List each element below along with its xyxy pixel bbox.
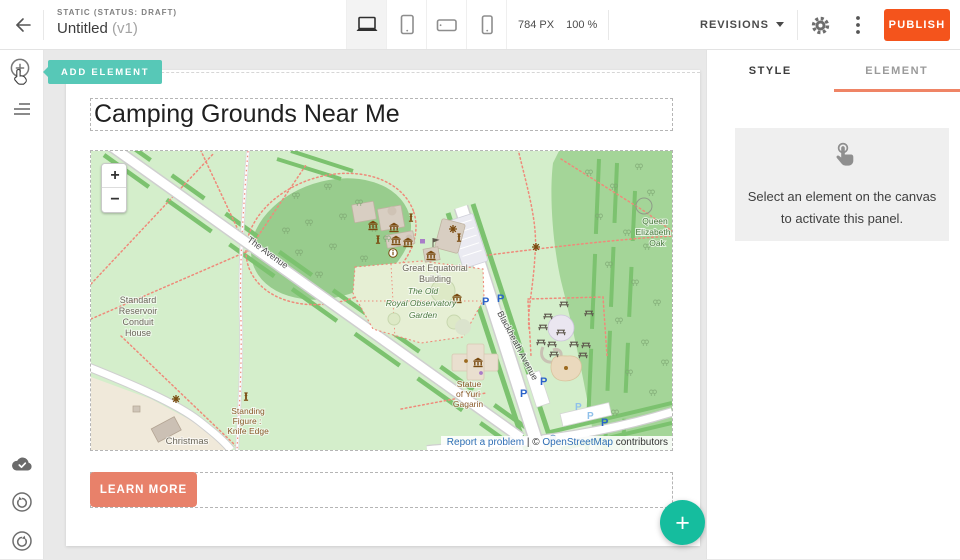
add-element-button[interactable] xyxy=(0,53,44,91)
revisions-label: REVISIONS xyxy=(700,19,769,31)
svg-text:Garden: Garden xyxy=(409,310,438,320)
map-attribution: Report a problem | © OpenStreetMap contr… xyxy=(441,436,672,450)
map-zoom-in-button[interactable]: + xyxy=(102,164,127,188)
revisions-dropdown[interactable]: REVISIONS xyxy=(700,0,784,49)
report-problem-link[interactable]: Report a problem xyxy=(447,437,524,448)
chevron-down-icon xyxy=(776,22,784,27)
svg-text:Standing: Standing xyxy=(231,406,265,416)
divider xyxy=(797,10,798,40)
svg-text:The Old: The Old xyxy=(408,286,439,296)
svg-text:P: P xyxy=(587,411,594,422)
undo-icon xyxy=(10,490,34,514)
svg-text:Figure :: Figure : xyxy=(233,416,262,426)
openstreetmap-canvas: P P P P P P P The Avenue Blackheath Aven… xyxy=(91,151,672,450)
redo-button[interactable] xyxy=(0,522,44,560)
publish-button[interactable]: PUBLISH xyxy=(884,9,950,41)
gear-icon xyxy=(810,15,831,36)
tooltip-arrow xyxy=(43,67,48,77)
svg-text:Building: Building xyxy=(419,274,451,284)
attribution-suffix: contributors xyxy=(613,437,668,448)
divider xyxy=(608,10,609,40)
attribution-separator: | © xyxy=(524,437,542,448)
panel-tabs: STYLE ELEMENT xyxy=(707,50,960,92)
tab-element-label: ELEMENT xyxy=(865,65,928,77)
tab-style[interactable]: STYLE xyxy=(707,50,834,92)
map-element[interactable]: P P P P P P P The Avenue Blackheath Aven… xyxy=(90,150,673,451)
tab-style-label: STYLE xyxy=(749,65,792,77)
add-section-fab[interactable]: + xyxy=(660,500,705,545)
device-desktop-button[interactable] xyxy=(347,0,387,49)
landing-page-canvas[interactable]: Camping Grounds Near Me xyxy=(66,70,700,546)
svg-text:Reservoir: Reservoir xyxy=(119,306,158,316)
tab-element[interactable]: ELEMENT xyxy=(834,50,960,92)
undo-button[interactable] xyxy=(0,483,44,521)
device-preview-switcher xyxy=(346,0,507,49)
settings-gear-button[interactable] xyxy=(808,13,832,37)
svg-text:Statue: Statue xyxy=(457,379,482,389)
svg-text:P: P xyxy=(540,376,547,388)
openstreetmap-link[interactable]: OpenStreetMap xyxy=(542,437,613,448)
hand-cursor-icon xyxy=(15,70,27,85)
svg-text:Standard: Standard xyxy=(120,295,157,305)
svg-text:Elizabeth: Elizabeth xyxy=(636,227,671,237)
svg-text:P: P xyxy=(520,388,527,400)
map-zoom-control: + − xyxy=(101,163,127,213)
canvas-dimensions: 784 PX 100 % xyxy=(518,19,609,31)
svg-text:Queen: Queen xyxy=(642,216,668,226)
svg-text:Conduit: Conduit xyxy=(122,317,154,327)
artwork-icon xyxy=(464,359,468,363)
document-info: STATIC (STATUS: DRAFT) Untitled (v1) xyxy=(57,8,177,37)
panel-placeholder: Select an element on the canvas to activ… xyxy=(735,128,949,241)
svg-text:P: P xyxy=(575,402,582,413)
canvas-zoom-value: 100 % xyxy=(566,19,597,31)
headline-element[interactable]: Camping Grounds Near Me xyxy=(90,98,673,131)
properties-panel: STYLE ELEMENT Select an element on the c… xyxy=(706,50,960,559)
svg-text:Gagarin: Gagarin xyxy=(453,399,484,409)
svg-text:of Yuri: of Yuri xyxy=(456,389,480,399)
title-text: Untitled xyxy=(57,20,108,37)
laptop-icon xyxy=(356,28,377,31)
more-options-button[interactable] xyxy=(846,13,870,37)
page-sections-button[interactable] xyxy=(0,90,44,128)
svg-text:House: House xyxy=(125,328,151,338)
add-element-tooltip: ADD ELEMENT xyxy=(48,60,162,84)
svg-text:P: P xyxy=(601,417,608,429)
svg-text:Royal Observatory: Royal Observatory xyxy=(386,298,457,308)
tooltip-text: ADD ELEMENT xyxy=(61,67,149,78)
document-title: Untitled (v1) xyxy=(57,20,177,37)
device-tablet-portrait-button[interactable] xyxy=(387,0,427,49)
svg-text:Great Equatorial: Great Equatorial xyxy=(402,263,468,273)
device-tablet-landscape-button[interactable] xyxy=(427,0,467,49)
left-toolbar xyxy=(0,50,44,559)
top-bar: STATIC (STATUS: DRAFT) Untitled (v1) xyxy=(0,0,960,50)
autosave-status xyxy=(0,444,44,482)
version-text: (v1) xyxy=(112,20,138,37)
map-label-christmas: Christmas xyxy=(166,436,209,447)
placeholder-text-line1: Select an element on the canvas xyxy=(735,186,949,208)
memorial-icon xyxy=(420,239,425,244)
editor-app: STATIC (STATUS: DRAFT) Untitled (v1) xyxy=(0,0,960,559)
svg-text:Oak: Oak xyxy=(649,238,665,248)
svg-text:P: P xyxy=(497,293,504,305)
learn-more-button[interactable]: LEARN MORE xyxy=(90,472,197,507)
cloud-saved-icon xyxy=(10,454,34,472)
memorial-icon xyxy=(479,371,483,375)
divider xyxy=(43,10,44,40)
sections-list-icon xyxy=(13,102,31,116)
kebab-menu-icon xyxy=(855,15,861,35)
page-title: Camping Grounds Near Me xyxy=(91,99,672,129)
tap-hand-icon xyxy=(735,141,949,177)
active-tab-underline xyxy=(834,89,960,92)
svg-text:P: P xyxy=(482,296,489,308)
map-zoom-out-button[interactable]: − xyxy=(102,188,127,212)
svg-text:Knife Edge: Knife Edge xyxy=(227,426,269,436)
document-status: STATIC (STATUS: DRAFT) xyxy=(57,8,177,17)
back-arrow-icon[interactable] xyxy=(10,13,34,37)
map-label-gagarin: Statue of Yuri Gagarin xyxy=(453,379,484,409)
redo-icon xyxy=(10,529,34,553)
info-icon xyxy=(389,249,397,257)
canvas-width-value: 784 PX xyxy=(518,19,554,31)
device-mobile-button[interactable] xyxy=(467,0,507,49)
placeholder-text-line2: to activate this panel. xyxy=(735,208,949,230)
